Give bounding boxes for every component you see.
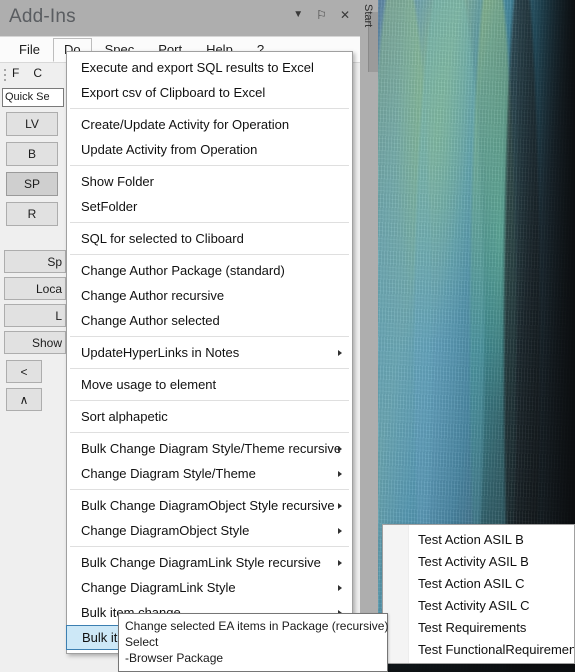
menu-item-label: Change Author Package (standard) xyxy=(81,263,285,278)
tooltip-line-2: Select xyxy=(125,635,159,649)
menu-separator xyxy=(70,336,349,337)
page-title: Add-Ins xyxy=(9,6,76,27)
close-icon[interactable]: ✕ xyxy=(340,9,350,21)
menu-separator xyxy=(70,165,349,166)
menu-item-label: Update Activity from Operation xyxy=(81,142,258,157)
tooltip-line-1: Change selected EA items in Package (rec… xyxy=(125,619,389,633)
submenu-item-test-action-asil-c[interactable]: Test Action ASIL C xyxy=(383,572,574,594)
menu-separator xyxy=(70,489,349,490)
menu-item-sort-alphapetic[interactable]: Sort alphapetic xyxy=(67,404,352,429)
button-show[interactable]: Show xyxy=(4,331,66,354)
menu-item-label: Change Diagram Style/Theme xyxy=(81,466,256,481)
menu-item-label: Bulk Change DiagramLink Style recursive xyxy=(81,555,321,570)
menu-separator xyxy=(70,546,349,547)
button-r[interactable]: R xyxy=(6,202,58,226)
start-tab-label: Start xyxy=(362,4,374,28)
menu-item-change-diagramlink-style[interactable]: Change DiagramLink Style xyxy=(67,575,352,600)
menu-item-bulk-change-diagramlink-style-recursive[interactable]: Bulk Change DiagramLink Style recursive xyxy=(67,550,352,575)
toolbar-label-f[interactable]: F xyxy=(12,66,19,80)
menu-item-change-author-recursive[interactable]: Change Author recursive xyxy=(67,283,352,308)
start-tab[interactable]: Start xyxy=(360,0,378,672)
menu-item-sql-for-selected-to-clipboard[interactable]: SQL for selected to Cliboard xyxy=(67,226,352,251)
menu-item-label: SQL for selected to Cliboard xyxy=(81,231,244,246)
menu-item-execute-export-sql[interactable]: Execute and export SQL results to Excel xyxy=(67,55,352,80)
menu-item-change-diagram-style[interactable]: Change Diagram Style/Theme xyxy=(67,461,352,486)
menu-item-set-folder[interactable]: SetFolder xyxy=(67,194,352,219)
menu-separator xyxy=(70,432,349,433)
chevron-right-icon xyxy=(338,445,342,452)
button-sp-long[interactable]: Sp xyxy=(4,250,66,273)
tooltip: Change selected EA items in Package (rec… xyxy=(118,613,388,672)
pin-icon[interactable]: ⚐ xyxy=(316,9,327,21)
menu-item-move-usage-to-element[interactable]: Move usage to element xyxy=(67,372,352,397)
chevron-right-icon xyxy=(338,584,342,591)
chevron-right-icon xyxy=(338,470,342,477)
menu-item-label: Change Author recursive xyxy=(81,288,225,303)
drag-grip-icon[interactable] xyxy=(4,69,8,81)
menu-separator xyxy=(70,108,349,109)
caret-down-icon[interactable]: ▼ xyxy=(293,9,303,21)
menu-item-change-diagramobject-style[interactable]: Change DiagramObject Style xyxy=(67,518,352,543)
menu-separator xyxy=(70,400,349,401)
submenu-item-label: Test Activity ASIL B xyxy=(418,553,529,569)
chevron-right-icon xyxy=(338,349,342,356)
menu-item-change-author-package[interactable]: Change Author Package (standard) xyxy=(67,258,352,283)
submenu-item-test-action-asil-b[interactable]: Test Action ASIL B xyxy=(383,528,574,550)
submenu-item-label: Test Action ASIL C xyxy=(418,575,525,591)
menu-item-create-update-activity[interactable]: Create/Update Activity for Operation xyxy=(67,112,352,137)
button-lv[interactable]: LV xyxy=(6,112,58,136)
quick-search-input[interactable]: Quick Se xyxy=(2,88,64,107)
button-b[interactable]: B xyxy=(6,142,58,166)
submenu-item-test-functionalrequirements[interactable]: Test FunctionalRequirements xyxy=(383,638,574,660)
chevron-right-icon xyxy=(338,527,342,534)
menu-item-label: Change DiagramObject Style xyxy=(81,523,250,538)
menu-item-show-folder[interactable]: Show Folder xyxy=(67,169,352,194)
toolbar-top-row: F C xyxy=(12,66,42,80)
button-l[interactable]: L xyxy=(4,304,66,327)
submenu-item-label: Test FunctionalRequirements xyxy=(418,641,575,657)
menu-item-label: Bulk Change DiagramObject Style recursiv… xyxy=(81,498,335,513)
menu-item-label: Export csv of Clipboard to Excel xyxy=(81,85,266,100)
button-locate[interactable]: Loca xyxy=(4,277,66,300)
menu-item-export-csv-clipboard[interactable]: Export csv of Clipboard to Excel xyxy=(67,80,352,105)
chevron-right-icon xyxy=(338,502,342,509)
menu-item-label: Show Folder xyxy=(81,174,154,189)
menu-file[interactable]: File xyxy=(8,38,51,62)
window-titlebar: Add-Ins ▼ ⚐ ✕ xyxy=(0,0,360,36)
menu-item-update-activity-from-operation[interactable]: Update Activity from Operation xyxy=(67,137,352,162)
menu-item-label: Bulk Change Diagram Style/Theme recursiv… xyxy=(81,441,342,456)
menu-separator xyxy=(70,254,349,255)
menu-item-bulk-change-diagram-style-recursive[interactable]: Bulk Change Diagram Style/Theme recursiv… xyxy=(67,436,352,461)
do-dropdown-menu: Execute and export SQL results to Excel … xyxy=(66,51,353,654)
menu-item-label: Change Author selected xyxy=(81,313,220,328)
submenu-item-test-activity-asil-c[interactable]: Test Activity ASIL C xyxy=(383,594,574,616)
button-back[interactable]: < xyxy=(6,360,42,383)
button-sp[interactable]: SP xyxy=(6,172,58,196)
menu-item-label: Change DiagramLink Style xyxy=(81,580,236,595)
menu-item-label: UpdateHyperLinks in Notes xyxy=(81,345,240,360)
submenu-item-label: Test Requirements xyxy=(418,619,527,635)
menu-item-label: Execute and export SQL results to Excel xyxy=(81,60,314,75)
submenu-item-label: Test Activity ASIL C xyxy=(418,597,530,613)
menu-separator xyxy=(70,368,349,369)
bulk-item-change-submenu: Test Action ASIL B Test Activity ASIL B … xyxy=(382,524,575,664)
submenu-item-test-requirements[interactable]: Test Requirements xyxy=(383,616,574,638)
menu-item-label: Move usage to element xyxy=(81,377,217,392)
chevron-right-icon xyxy=(338,559,342,566)
submenu-item-label: Test Action ASIL B xyxy=(418,531,524,547)
menu-item-bulk-change-diagramobject-style-recursive[interactable]: Bulk Change DiagramObject Style recursiv… xyxy=(67,493,352,518)
submenu-item-test-activity-asil-b[interactable]: Test Activity ASIL B xyxy=(383,550,574,572)
menu-item-update-hyperlinks-in-notes[interactable]: UpdateHyperLinks in Notes xyxy=(67,340,352,365)
menu-item-label: Create/Update Activity for Operation xyxy=(81,117,290,132)
menu-item-change-author-selected[interactable]: Change Author selected xyxy=(67,308,352,333)
screen: Add-Ins ▼ ⚐ ✕ File Do Spec Port Help ? F… xyxy=(0,0,575,672)
menu-item-label: Sort alphapetic xyxy=(81,409,168,424)
toolbar-label-c[interactable]: C xyxy=(33,66,42,80)
button-up[interactable]: ∧ xyxy=(6,388,42,411)
menu-item-label: SetFolder xyxy=(81,199,138,214)
window-controls: ▼ ⚐ ✕ xyxy=(293,9,350,21)
tooltip-line-3: -Browser Package xyxy=(125,651,224,665)
menu-separator xyxy=(70,222,349,223)
left-toolbar: F C Quick Se LV B SP R Sp Loca L Show < … xyxy=(0,64,66,624)
